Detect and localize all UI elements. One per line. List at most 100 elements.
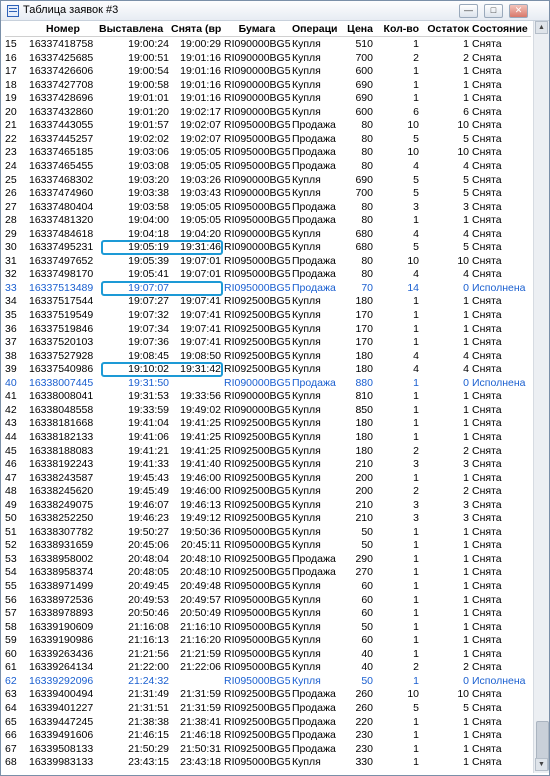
cell-removed: 21:31:59 <box>180 701 221 714</box>
table-row[interactable]: 18 16337427708 19:00:58 19:01:16 RI090000BG5… <box>5 79 531 93</box>
table-row[interactable]: 33 16337513489 19:07:07 RI095000BG5 Продажа 7… <box>5 282 531 296</box>
table-row[interactable]: 52 16338931659 20:45:06 20:45:11 RI095000BG5… <box>5 539 531 553</box>
table-row[interactable]: 44 16338182133 19:41:06 19:41:25 RI092500BG5… <box>5 431 531 445</box>
column-header[interactable]: Номер <box>29 23 97 36</box>
table-row[interactable]: 16 16337425685 19:00:51 19:01:16 RI090000BG5… <box>5 52 531 66</box>
table-row[interactable]: 61 16339264134 21:22:00 21:22:06 RI095000BG5… <box>5 661 531 675</box>
table-row[interactable]: 17 16337426606 19:00:54 19:01:16 RI090000BG5… <box>5 65 531 79</box>
cell-qty: 1 <box>413 634 419 647</box>
table-row[interactable]: 39 16337540986 19:10:02 19:31:42 RI092500BG5… <box>5 363 531 377</box>
table-row[interactable]: 38 16337527928 19:08:45 19:08:50 RI092500BG5… <box>5 350 531 364</box>
table-row[interactable]: 41 16338008041 19:31:53 19:33:56 RI090000BG5… <box>5 390 531 404</box>
table-row[interactable]: 59 16339190986 21:16:13 21:16:20 RI095000BG5… <box>5 634 531 648</box>
column-header[interactable]: Операци <box>292 23 342 36</box>
table-row[interactable]: 20 16337432860 19:01:20 19:02:17 RI090000BG5… <box>5 106 531 120</box>
column-header[interactable]: Выставлена <box>99 23 169 36</box>
cell-rest: 0 <box>463 376 469 389</box>
cell-id: 16337513489 <box>29 281 94 294</box>
cell-op: Купля <box>292 458 321 471</box>
cell-removed: 19:41:25 <box>180 430 221 443</box>
table-row[interactable]: 60 16339263436 21:21:56 21:21:59 RI095000BG5… <box>5 648 531 662</box>
table-row[interactable]: 45 16338188083 19:41:21 19:41:25 RI092500BG5… <box>5 445 531 459</box>
table-row[interactable]: 24 16337465455 19:03:08 19:05:05 RI095000BG5… <box>5 160 531 174</box>
cell-placed: 21:38:38 <box>128 715 169 728</box>
column-header[interactable]: Кол-во <box>375 23 419 36</box>
table-row[interactable]: 37 16337520103 19:07:36 19:07:41 RI092500BG5… <box>5 336 531 350</box>
table-row[interactable]: 30 16337495231 19:05:19 19:31:46 RI090000BG5… <box>5 241 531 255</box>
table-row[interactable]: 23 16337465185 19:03:06 19:05:05 RI095000BG5… <box>5 146 531 160</box>
cell-price: 180 <box>355 363 373 376</box>
title-bar[interactable]: Таблица заявок #3 — □ ✕ <box>1 1 549 21</box>
cell-rest: 6 <box>463 105 469 118</box>
table-row[interactable]: 58 16339190609 21:16:08 21:16:10 RI095000BG5… <box>5 621 531 635</box>
column-header[interactable]: Бумага <box>224 23 290 36</box>
cell-state: Снята <box>472 512 502 525</box>
table-row[interactable]: 53 16338958002 20:48:04 20:48:10 RI092500BG5… <box>5 553 531 567</box>
table-row[interactable]: 68 16339983133 23:43:15 23:43:18 RI095000BG5… <box>5 756 531 770</box>
table-row[interactable]: 57 16338978893 20:50:46 20:50:49 RI095000BG5… <box>5 607 531 621</box>
cell-price: 180 <box>355 417 373 430</box>
cell-price: 60 <box>361 593 373 606</box>
table-row[interactable]: 25 16337468302 19:03:20 19:03:26 RI090000BG5… <box>5 174 531 188</box>
table-row[interactable]: 66 16339491606 21:46:15 21:46:18 RI092500BG5… <box>5 729 531 743</box>
table-row[interactable]: 31 16337497652 19:05:39 19:07:01 RI095000BG5… <box>5 255 531 269</box>
cell-price: 180 <box>355 349 373 362</box>
table-row[interactable]: 54 16338958374 20:48:05 20:48:10 RI092500BG5… <box>5 566 531 580</box>
scroll-up-icon[interactable]: ▲ <box>535 21 548 34</box>
table-row[interactable]: 32 16337498170 19:05:41 19:07:01 RI095000BG5… <box>5 268 531 282</box>
table-row[interactable]: 27 16337480404 19:03:58 19:05:05 RI095000BG5… <box>5 201 531 215</box>
cell-state: Снята <box>472 390 502 403</box>
cell-state: Исполнена <box>472 281 526 294</box>
cell-price: 60 <box>361 580 373 592</box>
cell-paper: RI095000BG5 <box>224 661 290 674</box>
vertical-scrollbar[interactable]: ▲ ▼ <box>533 21 549 773</box>
table-row[interactable]: 49 16338249075 19:46:07 19:46:13 RI092500BG5… <box>5 499 531 513</box>
column-header[interactable]: Остаток <box>421 23 469 36</box>
table-row[interactable]: 51 16338307782 19:50:27 19:50:36 RI095000BG5… <box>5 526 531 540</box>
minimize-icon[interactable]: — <box>459 4 478 18</box>
table-row[interactable]: 43 16338181668 19:41:04 19:41:25 RI092500BG5… <box>5 417 531 431</box>
table-row[interactable]: 22 16337445257 19:02:02 19:02:07 RI095000BG5… <box>5 133 531 147</box>
column-header[interactable]: Цена <box>343 23 373 36</box>
table-row[interactable]: 36 16337519846 19:07:34 19:07:41 RI092500BG5… <box>5 323 531 337</box>
table-row[interactable]: 67 16339508133 21:50:29 21:50:31 RI092500BG5… <box>5 743 531 757</box>
table-row[interactable]: 35 16337519549 19:07:32 19:07:41 RI092500BG5… <box>5 309 531 323</box>
cell-rest: 1 <box>463 756 469 769</box>
table-row[interactable]: 26 16337474960 19:03:38 19:03:43 RI090000BG5… <box>5 187 531 201</box>
table-row[interactable]: 64 16339401227 21:31:51 21:31:59 RI092500BG5… <box>5 702 531 716</box>
cell-placed: 19:33:59 <box>128 403 169 416</box>
table-row[interactable]: 65 16339447245 21:38:38 21:38:41 RI092500BG5… <box>5 716 531 730</box>
cell-paper: RI092500BG5 <box>224 430 290 443</box>
table-row[interactable]: 34 16337517544 19:07:27 19:07:41 RI092500BG5… <box>5 295 531 309</box>
table-row[interactable]: 29 16337484618 19:04:18 19:04:20 RI090000BG5… <box>5 228 531 242</box>
table-row[interactable]: 42 16338048558 19:33:59 19:49:02 RI090000BG5… <box>5 404 531 418</box>
table-row[interactable]: 40 16338007445 19:31:50 RI090000BG5 Продажа 8… <box>5 377 531 391</box>
table-row[interactable]: 47 16338243587 19:45:43 19:46:00 RI092500BG5… <box>5 472 531 486</box>
maximize-icon[interactable]: □ <box>484 4 503 18</box>
cell-op: Купля <box>292 295 321 308</box>
cell-removed: 19:07:01 <box>180 254 221 267</box>
table-row[interactable]: 48 16338245620 19:45:49 19:46:00 RI092500BG5… <box>5 485 531 499</box>
table-row[interactable]: 62 16339292096 21:24:32 RI095000BG5 Купля 50 1… <box>5 675 531 689</box>
table-row[interactable]: 46 16338192243 19:41:33 19:41:40 RI092500BG5… <box>5 458 531 472</box>
cell-placed: 19:41:06 <box>128 430 169 443</box>
cell-paper: RI092500BG5 <box>224 444 290 457</box>
cell-placed: 20:50:46 <box>128 607 169 620</box>
cell-id: 16337425685 <box>29 51 94 64</box>
cell-qty: 1 <box>413 729 419 742</box>
table-row[interactable]: 19 16337428696 19:01:01 19:01:16 RI090000BG5… <box>5 92 531 106</box>
column-header[interactable]: Состояние <box>472 23 532 36</box>
table-row[interactable]: 28 16337481320 19:04:00 19:05:05 RI095000BG5… <box>5 214 531 228</box>
column-header[interactable]: Снята (вр <box>171 23 221 36</box>
close-icon[interactable]: ✕ <box>509 4 528 18</box>
table-row[interactable]: 55 16338971499 20:49:45 20:49:48 RI095000BG5… <box>5 580 531 594</box>
cell-op: Купля <box>292 620 321 633</box>
table-row[interactable]: 50 16338252250 19:46:23 19:49:12 RI092500BG5… <box>5 512 531 526</box>
table-row[interactable]: 56 16338972536 20:49:53 20:49:57 RI095000BG5… <box>5 594 531 608</box>
table-row[interactable]: 15 16337418758 19:00:24 19:00:29 RI090000BG5… <box>5 38 531 52</box>
cell-price: 200 <box>355 485 373 498</box>
table-row[interactable]: 21 16337443055 19:01:57 19:02:07 RI095000BG5… <box>5 119 531 133</box>
cell-n: 39 <box>5 363 17 376</box>
table-row[interactable]: 63 16339400494 21:31:49 21:31:59 RI092500BG5… <box>5 688 531 702</box>
scroll-down-icon[interactable]: ▼ <box>535 758 548 771</box>
